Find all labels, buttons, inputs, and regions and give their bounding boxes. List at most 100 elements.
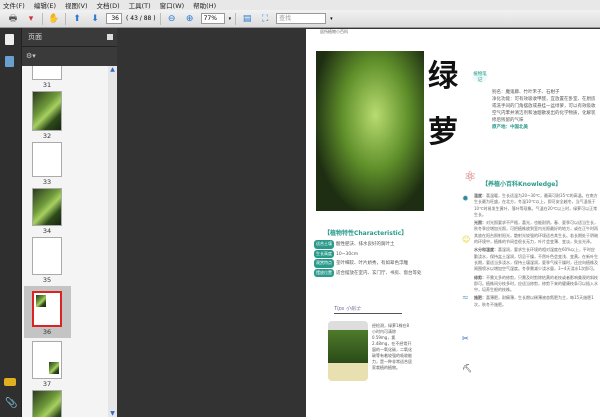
char-tag: 适合土壤 <box>314 240 334 249</box>
water-icon: ≈ <box>462 293 469 302</box>
page-thumbnail[interactable] <box>32 91 62 131</box>
prev-page-icon[interactable]: ⬆ <box>70 13 84 25</box>
attachments-icon[interactable]: 📎 <box>5 398 17 409</box>
thumbnail-list: 31 32 33 34 35 36 37 ▲ ▼ <box>22 66 117 417</box>
hand-icon[interactable]: ✋ <box>47 13 61 25</box>
knowledge-item: 光照：对光照要求不严格，喜光，也能耐阴。春、夏季可以适当生长，秋冬季应增加光照，… <box>474 220 598 245</box>
comments-icon[interactable] <box>4 378 16 386</box>
zoom-input[interactable]: 77% <box>200 13 225 24</box>
alias-text: 别名：魔鬼藤、竹叶禾子、石柑子 <box>492 90 560 95</box>
characteristic-list: 适合土壤 酸性肥沃、排水良好的腐叶土 生长高度 10~30cm 观赏特点 茎叶细软、叶… <box>314 240 454 278</box>
knowledge-text: 对光照要求不严格，喜光，也能耐阴。春、夏季可以适当生长，秋冬季应增加光照，可把植… <box>474 220 598 245</box>
page-thumbnail[interactable] <box>32 341 62 379</box>
thumbnail-scrollbar[interactable]: ▲ ▼ <box>108 66 117 417</box>
zoom-in-icon[interactable]: ⊕ <box>183 13 197 25</box>
zoom-out-icon[interactable]: ⊖ <box>165 13 179 25</box>
page-thumbnail[interactable] <box>32 237 62 275</box>
separator <box>235 12 237 25</box>
char-text: 适合摆放在室内、玄门厅、书房、窗台等处 <box>336 270 422 276</box>
menu-tools[interactable]: 工具(T) <box>129 0 151 10</box>
zoom-dropdown-icon[interactable]: ▾ <box>229 16 232 22</box>
atom-icon: ⚛ <box>464 169 477 185</box>
char-tag: 观赏特点 <box>314 259 334 268</box>
plant-photo <box>316 51 424 211</box>
page-header: 居所植物小百科 <box>320 29 348 34</box>
panel-header: 页面 <box>22 28 117 47</box>
separator <box>159 12 161 25</box>
knowledge-head: 温度： <box>474 193 486 198</box>
page-thumbnail[interactable] <box>32 390 62 417</box>
separator <box>42 12 43 25</box>
knowledge-text: 不需太多的修剪，只需及时剪除枯黄的老枝或者影响美观的斜枝即可。植株间分枝多时，应… <box>474 274 598 293</box>
characteristic-title: 【植物特性Characteristic】 <box>324 230 408 237</box>
thumbnail-label: 32 <box>42 132 52 140</box>
fullscreen-icon[interactable]: ⛶ <box>258 13 272 25</box>
navigation-strip: 📎 <box>0 28 22 417</box>
page-thumbnail-selected[interactable] <box>32 291 62 327</box>
knowledge-head: 光照： <box>474 220 486 226</box>
knowledge-head: 水分和湿度： <box>474 247 498 253</box>
search-dropdown-icon[interactable]: ▾ <box>330 16 333 22</box>
origin-text: 原产地：中国北美 <box>492 125 528 130</box>
knowledge-text: 喜薄肥，耐瘠薄，生长期以稀薄液态氮肥为主，每15天施肥1次，秋冬不施肥。 <box>474 295 594 307</box>
page-thumbnail[interactable] <box>32 66 62 80</box>
bookmarks-icon[interactable] <box>5 56 14 67</box>
knowledge-list: 温度：喜温暖，生长适温为20~30℃，最高可耐35℃的高温。在南方生长最为旺盛，… <box>474 193 598 308</box>
char-tag: 摆放位置 <box>314 268 334 277</box>
char-tag: 生长高度 <box>314 249 334 258</box>
menu-bar: 文件(F) 编辑(E) 视图(V) 文档(D) 工具(T) 窗口(W) 帮助(H… <box>0 0 600 10</box>
page-number-input[interactable]: 36 <box>106 13 122 24</box>
thumbnail-label: 34 <box>42 227 52 235</box>
knowledge-item: 修剪：不需太多的修剪，只需及时剪除枯黄的老枝或者影响美观的斜枝即可。植株间分枝多… <box>474 275 598 294</box>
plant-notes-badge: 植物笔记 <box>472 71 488 83</box>
sun-icon: ☺ <box>462 235 471 244</box>
knowledge-item: 水分和湿度：喜湿润，要求生长环境的相对湿度在60%以上，平时应勤浇水，保持盆土湿… <box>474 247 598 272</box>
knowledge-item: 施肥：喜薄肥，耐瘠薄，生长期以稀薄液态氮肥为主，每15天施肥1次，秋冬不施肥。 <box>474 295 598 308</box>
toolbar: 🖶 ▾ ✋ ⬆ ⬇ 36 ( 43 / 88 ) ⊖ ⊕ 77% ▾ ▤ ⛶ 查… <box>0 10 600 28</box>
print-icon[interactable]: 🖶 <box>6 13 20 25</box>
next-page-icon[interactable]: ⬇ <box>88 13 102 25</box>
title-char-2: 萝 <box>428 115 458 150</box>
panel-title: 页面 <box>28 33 42 41</box>
page-thumbnail[interactable] <box>32 142 62 177</box>
search-input[interactable]: 查找 <box>276 13 327 24</box>
menu-view[interactable]: 视图(V) <box>65 0 88 10</box>
char-text: 酸性肥沃、排水良好的腐叶土 <box>336 242 395 247</box>
knowledge-text: 喜温暖，生长适温为20~30℃，最高可耐35℃的高温。在南方生长最为旺盛，在北方… <box>474 193 598 217</box>
title-char-1: 绿 <box>428 59 458 94</box>
page-count: ( 43 / 88 ) <box>126 15 156 22</box>
pages-icon[interactable] <box>5 34 14 45</box>
thermometer-icon: ✹ <box>462 194 469 203</box>
menu-window[interactable]: 窗口(W) <box>160 0 185 10</box>
fertilizer-icon: ⛏ <box>462 364 473 373</box>
separator <box>65 12 66 25</box>
create-pdf-icon[interactable]: ▾ <box>24 13 38 25</box>
menu-file[interactable]: 文件(F) <box>3 0 25 10</box>
tips-photo <box>328 321 368 381</box>
char-text: 10~30cm <box>336 251 359 257</box>
knowledge-item: 温度：喜温暖，生长适温为20~30℃，最高可耐35℃的高温。在南方生长最为旺盛，… <box>474 193 598 218</box>
document-page: 居所植物小百科 绿 萝 植物笔记 别名：魔鬼藤、竹叶禾子、石柑子 净化功能：可有… <box>306 29 600 417</box>
knowledge-head: 修剪： <box>474 274 486 280</box>
menu-document[interactable]: 文档(D) <box>97 0 120 10</box>
tips-text: 经检测，绿萝1株在8小时内可清除0.59mg，氯2.48mg，在不经常开窗的一氧… <box>372 323 412 370</box>
page-thumbnail[interactable] <box>32 188 62 226</box>
purify-text: 净化功能：可有效吸收甲醛，宜放置在卧室、在厨房或洗手间的门角摆放或悬挂一盆绿萝，… <box>492 97 596 123</box>
thumbnail-label: 33 <box>42 178 52 186</box>
thumbnail-label: 35 <box>42 276 52 284</box>
plant-info: 别名：魔鬼藤、竹叶禾子、石柑子 净化功能：可有效吸收甲醛，宜放置在卧室、在厨房或… <box>492 89 596 131</box>
menu-edit[interactable]: 编辑(E) <box>34 0 56 10</box>
options-button[interactable]: ⚙▾ <box>22 47 117 65</box>
thumbnail-label: 37 <box>42 380 52 388</box>
knowledge-title: 【养植小百科Knowledge】 <box>482 181 562 188</box>
char-text: 茎叶细软、叶片娇秀，有如翠色浮雕 <box>336 261 408 266</box>
pages-panel: 页面 ⚙▾ 31 32 33 34 35 36 37 ▲ ▼ <box>22 28 117 417</box>
scissors-icon: ✂ <box>462 334 469 343</box>
panel-menu-button[interactable] <box>107 34 113 40</box>
tips-banner: Tips 小贴士 <box>334 305 402 314</box>
thumbnail-label: 36 <box>42 328 52 336</box>
menu-help[interactable]: 帮助(H) <box>193 0 216 10</box>
fit-width-icon[interactable]: ▤ <box>240 13 254 25</box>
thumbnail-label: 31 <box>42 81 52 89</box>
knowledge-head: 施肥： <box>474 295 486 301</box>
